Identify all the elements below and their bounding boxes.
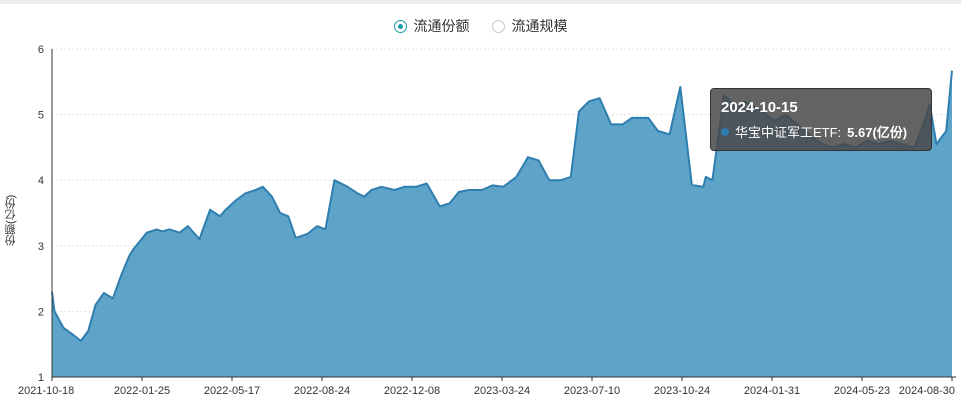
y-tick-label: 1: [38, 372, 44, 384]
y-axis-label: 份额(亿份): [5, 194, 17, 246]
x-tick-label: 2024-01-31: [744, 385, 800, 397]
x-tick-label: 2022-05-17: [204, 385, 260, 397]
x-tick-label: 2023-10-24: [654, 385, 710, 397]
tooltip: 2024-10-15 华宝中证军工ETF: 5.67(亿份): [710, 88, 932, 151]
y-tick-label: 3: [38, 241, 44, 253]
x-tick-label: 2023-03-24: [474, 385, 530, 397]
x-tick-label: 2024-05-23: [834, 385, 890, 397]
y-tick-label: 4: [38, 175, 44, 187]
x-tick-label: 2023-07-10: [564, 385, 620, 397]
y-tick-label: 5: [38, 110, 44, 122]
x-tick-label: 2021-10-18: [18, 385, 74, 397]
x-tick-label: 2024-08-30: [899, 385, 955, 397]
tooltip-row: 华宝中证军工ETF: 5.67(亿份): [721, 122, 921, 141]
x-tick-label: 2022-01-25: [114, 385, 170, 397]
tooltip-date: 2024-10-15: [721, 99, 798, 116]
tooltip-value: 5.67(亿份): [847, 125, 908, 140]
series-dot-icon: [721, 127, 729, 136]
tooltip-series-label: 华宝中证军工ETF:: [735, 125, 842, 140]
x-tick-label: 2022-12-08: [384, 385, 440, 397]
chart-area[interactable]: 1 2 3 4 5 6 2021-10-18 2022-01-25 2022-05-17 2022…: [0, 0, 961, 408]
y-tick-label: 2: [38, 306, 44, 318]
x-tick-label: 2022-08-24: [294, 385, 350, 397]
y-tick-label: 6: [38, 44, 44, 56]
